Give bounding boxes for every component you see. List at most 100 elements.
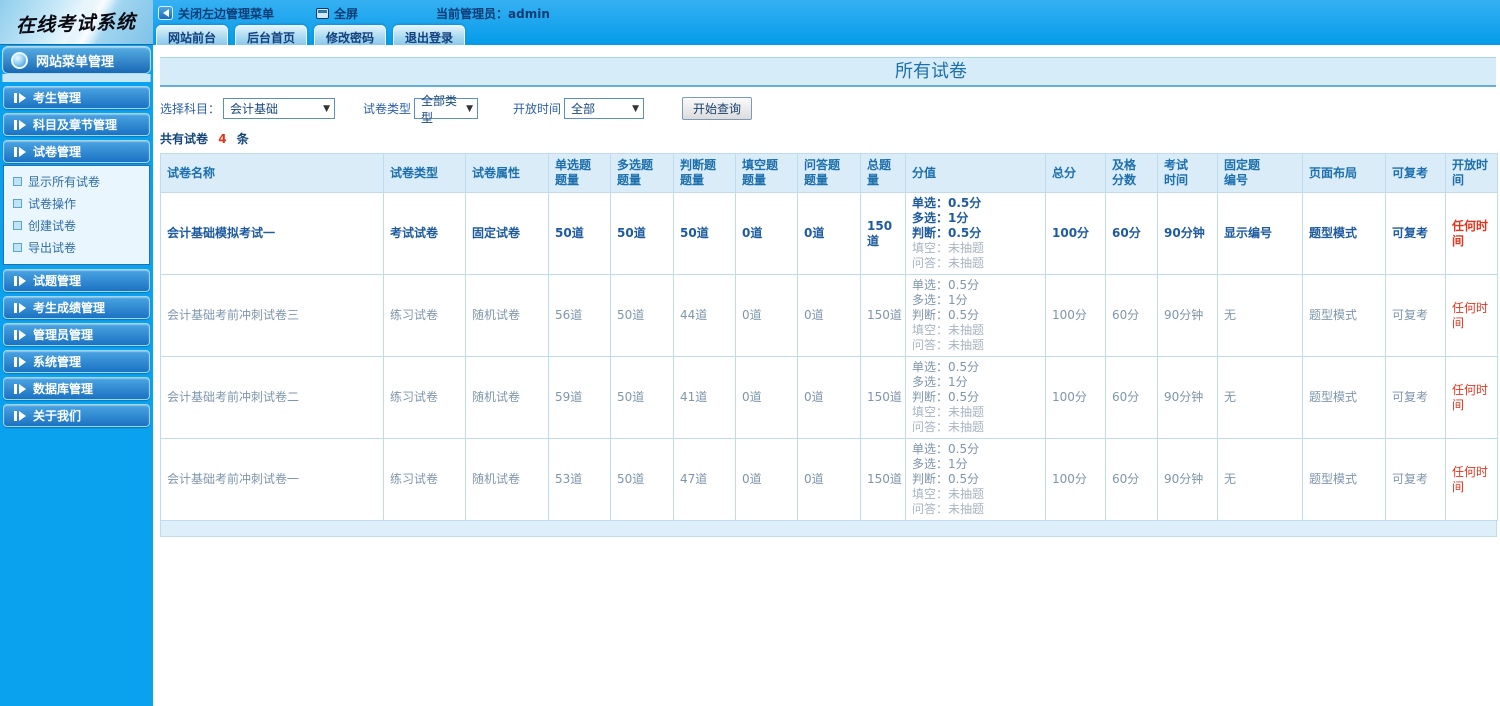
sidebar-group[interactable]: 关于我们 [3, 404, 150, 427]
cell-single: 50道 [548, 192, 611, 275]
sidebar-submenu-item[interactable]: 显示所有试卷 [4, 170, 149, 192]
cell-multi: 50道 [610, 192, 674, 275]
cell-total_score: 100分 [1045, 274, 1106, 357]
subject-select-value: 会计基础 [230, 102, 279, 116]
open-time-select[interactable]: 全部 ▼ [564, 98, 645, 119]
close-left-menu-button[interactable]: 关闭左边管理菜单 [158, 5, 274, 22]
cell-retake: 可复考 [1385, 192, 1446, 275]
tab[interactable]: 网站前台 [156, 25, 229, 45]
cell-blank: 0道 [735, 192, 798, 275]
cell-blank: 0道 [735, 274, 798, 357]
play-bar-icon [14, 383, 26, 394]
fullscreen-button[interactable]: 全屏 [316, 5, 358, 22]
cell-score: 单选：0.5分 多选：1分 判断：0.5分 填空：未抽题 问答：未抽题 [905, 192, 1046, 275]
cell-judge: 47道 [673, 438, 736, 521]
sidebar-group-label: 系统管理 [33, 355, 82, 369]
play-bar-icon [14, 302, 26, 313]
cell-type: 练习试卷 [383, 356, 466, 439]
column-header: 问答题 题量 [797, 153, 861, 193]
subject-filter-label: 选择科目： [160, 102, 221, 116]
result-count: 共有试卷 4 条 [160, 130, 1500, 147]
sidebar-group-label: 考生成绩管理 [33, 301, 106, 315]
sidebar-group[interactable]: 考生成绩管理 [3, 296, 150, 319]
sidebar-group[interactable]: 考生管理 [3, 86, 150, 109]
column-header: 试卷属性 [465, 153, 549, 193]
column-header: 试卷名称 [160, 153, 384, 193]
cell-layout: 题型模式 [1302, 274, 1386, 357]
top-tabs: 网站前台 后台首页 修改密码 退出登录 [156, 25, 472, 45]
sidebar-group[interactable]: 数据库管理 [3, 377, 150, 400]
fullscreen-icon [316, 7, 330, 19]
column-header: 开放时间 [1445, 153, 1498, 193]
cell-qa: 0道 [797, 438, 861, 521]
sidebar-group[interactable]: 管理员管理 [3, 323, 150, 346]
open-time-select-value: 全部 [571, 102, 596, 116]
sidebar-group-label: 科目及章节管理 [33, 118, 118, 132]
cell-qa: 0道 [797, 192, 861, 275]
cell-open: 任何时间 [1445, 356, 1498, 439]
chevron-down-icon: ▼ [323, 103, 331, 114]
cell-open: 任何时间 [1445, 274, 1498, 357]
cell-name: 会计基础考前冲刺试卷一 [160, 438, 384, 521]
sidebar-group-label: 试卷管理 [33, 145, 82, 159]
tab[interactable]: 后台首页 [235, 25, 308, 45]
cell-judge: 41道 [673, 356, 736, 439]
cell-score: 单选：0.5分 多选：1分 判断：0.5分 填空：未抽题 问答：未抽题 [905, 274, 1046, 357]
cell-total_score: 100分 [1045, 438, 1106, 521]
sidebar-group[interactable]: 系统管理 [3, 350, 150, 373]
cell-pass: 60分 [1105, 192, 1158, 275]
cell-blank: 0道 [735, 438, 798, 521]
sidebar-group[interactable]: 试题管理 [3, 269, 150, 292]
sidebar-menu: 考生管理科目及章节管理 试卷管理显示所有试卷 试卷操作创建试卷导出试卷试题管理考生成… [0, 86, 153, 427]
tab[interactable]: 退出登录 [393, 25, 466, 45]
sidebar-group-label: 试题管理 [33, 274, 82, 288]
cell-attr: 固定试卷 [465, 192, 549, 275]
cell-retake: 可复考 [1385, 356, 1446, 439]
column-header: 考试 时间 [1157, 153, 1218, 193]
column-header: 分值 [905, 153, 1046, 193]
paper-type-select[interactable]: 全部类型 ▼ [414, 94, 479, 125]
play-bar-icon [14, 275, 26, 286]
cell-attr: 随机试卷 [465, 356, 549, 439]
cell-layout: 题型模式 [1302, 438, 1386, 521]
sidebar: 网站菜单管理 考生管理 科目及章节管理 试卷管理 显示所有试卷 试卷操作 创建试卷 导出试卷… [0, 45, 153, 706]
square-bullet-icon [13, 198, 22, 208]
play-bar-icon [14, 329, 26, 340]
close-left-menu-label: 关闭左边管理菜单 [178, 6, 275, 21]
sidebar-group[interactable]: 试卷管理 [3, 140, 150, 163]
sidebar-submenu-item[interactable]: 导出试卷 [4, 236, 149, 258]
cell-blank: 0道 [735, 356, 798, 439]
sidebar-group-label: 数据库管理 [33, 382, 94, 396]
cell-time: 90分钟 [1157, 356, 1218, 439]
main-content: 所有试卷 选择科目： 会计基础 ▼ 试卷类型 全部类型 ▼ 开放时间 全部 ▼ … [153, 45, 1500, 706]
sidebar-submenu-item[interactable]: 试卷操作 [4, 192, 149, 214]
topbar: 关闭左边管理菜单 全屏 当前管理员：admin [158, 4, 550, 22]
cell-qa: 0道 [797, 356, 861, 439]
cell-single: 59道 [548, 356, 611, 439]
cell-type: 练习试卷 [383, 438, 466, 521]
table-row: 会计基础考前冲刺试卷一 练习试卷 随机试卷 53道 50道 47道 0道 0道 150道 单选：0… [160, 438, 1498, 521]
cell-pass: 60分 [1105, 274, 1158, 357]
cell-multi: 50道 [610, 356, 674, 439]
cell-type: 考试试卷 [383, 192, 466, 275]
sidebar-group-label: 考生管理 [33, 91, 82, 105]
tab[interactable]: 修改密码 [314, 25, 387, 45]
column-header: 判断题 题量 [673, 153, 736, 193]
cell-attr: 随机试卷 [465, 438, 549, 521]
play-bar-icon [14, 92, 26, 103]
column-header: 总题量 [860, 153, 906, 193]
sidebar-group-label: 关于我们 [33, 409, 82, 423]
sidebar-group[interactable]: 科目及章节管理 [3, 113, 150, 136]
subject-select[interactable]: 会计基础 ▼ [223, 98, 336, 119]
count-value: 4 [218, 132, 227, 146]
sidebar-submenu: 显示所有试卷 试卷操作创建试卷导出试卷 [3, 165, 150, 265]
cell-fixed_no: 无 [1217, 356, 1303, 439]
collapse-left-icon [158, 6, 173, 20]
online-exam-admin: 关闭左边管理菜单 全屏 当前管理员：admin 网站前台 后台首页 修改密码 退出登录… [0, 0, 1500, 706]
column-header: 页面布局 [1302, 153, 1386, 193]
sidebar-submenu-item[interactable]: 创建试卷 [4, 214, 149, 236]
sidebar-submenu-label: 创建试卷 [28, 218, 77, 233]
query-button[interactable]: 开始查询 [682, 97, 753, 120]
cell-score: 单选：0.5分 多选：1分 判断：0.5分 填空：未抽题 问答：未抽题 [905, 438, 1046, 521]
cell-multi: 50道 [610, 274, 674, 357]
